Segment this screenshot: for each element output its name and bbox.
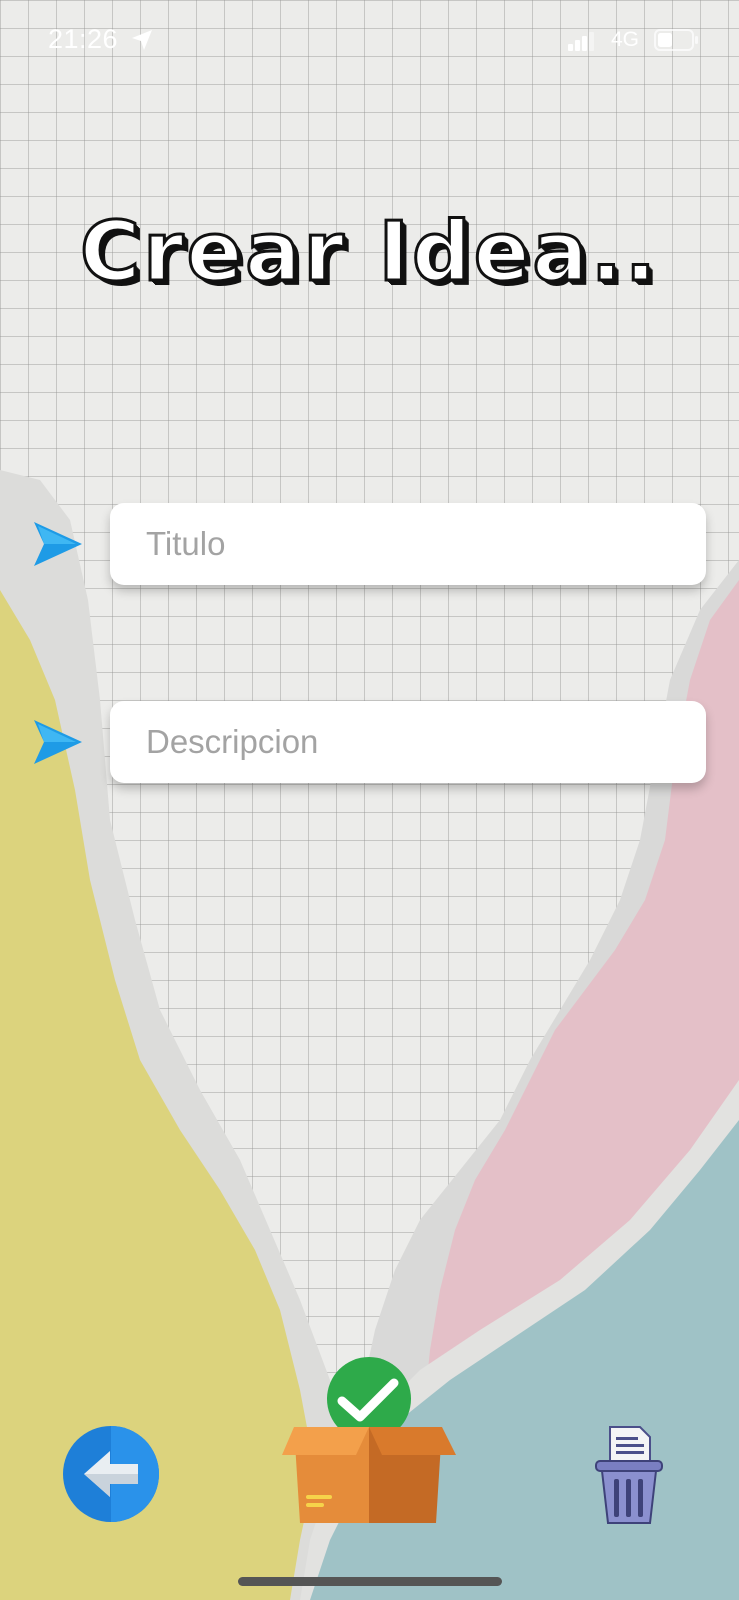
page-title: Crear Idea.. (78, 204, 659, 302)
cellular-signal-icon (568, 32, 594, 51)
app-screen: 21:26 4G Crear Idea.. Titulo Descripcion (0, 0, 739, 1600)
network-type: 4G (611, 28, 640, 51)
field-pointer-arrow-icon (34, 522, 82, 566)
status-bar: 21:26 4G (0, 0, 739, 82)
battery-icon (654, 29, 698, 51)
description-input-placeholder: Descripcion (146, 723, 319, 760)
home-indicator (238, 1577, 502, 1586)
location-arrow-icon (132, 30, 152, 50)
description-input[interactable]: Descripcion (110, 701, 706, 783)
back-arrow-icon[interactable] (62, 1425, 160, 1523)
title-input-placeholder: Titulo (146, 525, 226, 562)
trash-icon[interactable] (594, 1425, 664, 1525)
field-pointer-arrow-icon (34, 720, 82, 764)
title-input[interactable]: Titulo (110, 503, 706, 585)
save-box-check-icon[interactable] (282, 1355, 456, 1525)
status-time: 21:26 (48, 24, 119, 54)
